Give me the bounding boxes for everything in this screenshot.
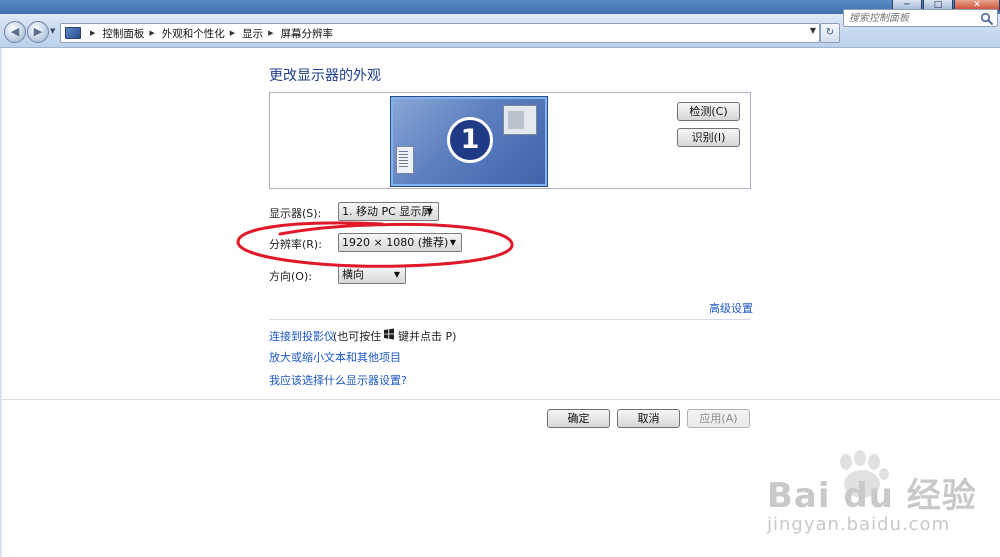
breadcrumb-separator-icon[interactable]: ▶ [149, 29, 154, 37]
refresh-button[interactable]: ↻ [820, 23, 840, 43]
identify-button[interactable]: 识别(I) [677, 128, 740, 147]
document-thumbnail-icon [396, 146, 414, 174]
control-panel-icon [65, 27, 81, 39]
ok-button[interactable]: 确定 [547, 409, 610, 428]
windows-logo-icon [383, 328, 395, 340]
watermark-brand: Bai du 经验 [767, 476, 977, 516]
projector-hint-text: 键并点击 P) [398, 330, 457, 343]
connect-projector-link[interactable]: 连接到投影仪 [269, 328, 335, 344]
breadcrumb-item-screen-resolution[interactable]: 屏幕分辨率 [281, 26, 334, 41]
watermark-site: jingyan.baidu.com [767, 514, 951, 535]
monitor-number-badge: 1 [447, 117, 493, 163]
address-bar[interactable]: ▶ 控制面板 ▶ 外观和个性化 ▶ 显示 ▶ 屏幕分辨率 ▼ [60, 23, 820, 43]
address-history-dropdown-icon[interactable]: ▼ [810, 26, 816, 35]
footer-divider [0, 399, 1000, 400]
which-display-settings-link[interactable]: 我应该选择什么显示器设置? [269, 372, 407, 388]
left-frame-edge [0, 48, 2, 557]
breadcrumb-separator-icon[interactable]: ▶ [230, 29, 235, 37]
window-thumbnail-icon [503, 105, 537, 135]
back-button[interactable]: ◀ [4, 21, 26, 43]
display-select-value: 1. 移动 PC 显示屏 [342, 205, 433, 218]
search-icon[interactable] [980, 12, 994, 26]
cancel-button[interactable]: 取消 [617, 409, 680, 428]
forward-button[interactable]: ▶ [27, 21, 49, 43]
apply-button[interactable]: 应用(A) [687, 409, 750, 428]
recent-pages-dropdown-icon[interactable]: ▼ [50, 27, 55, 35]
monitor-1-thumbnail[interactable]: 1 [391, 97, 547, 186]
page-title: 更改显示器的外观 [269, 68, 381, 84]
section-divider [269, 319, 750, 320]
breadcrumb-item-control-panel[interactable]: 控制面板 [102, 26, 144, 41]
detect-button[interactable]: 检测(C) [677, 102, 740, 121]
red-annotation-circle [236, 221, 514, 268]
projector-hint-text: (也可按住 [333, 330, 382, 343]
advanced-settings-link[interactable]: 高级设置 [709, 300, 753, 316]
breadcrumb-item-display[interactable]: 显示 [242, 26, 263, 41]
breadcrumb-item-appearance[interactable]: 外观和个性化 [162, 26, 225, 41]
text-size-link[interactable]: 放大或缩小文本和其他项目 [269, 349, 401, 365]
breadcrumb-separator-icon[interactable]: ▶ [90, 29, 95, 37]
search-input[interactable] [843, 9, 998, 27]
breadcrumb-separator-icon[interactable]: ▶ [268, 29, 273, 37]
